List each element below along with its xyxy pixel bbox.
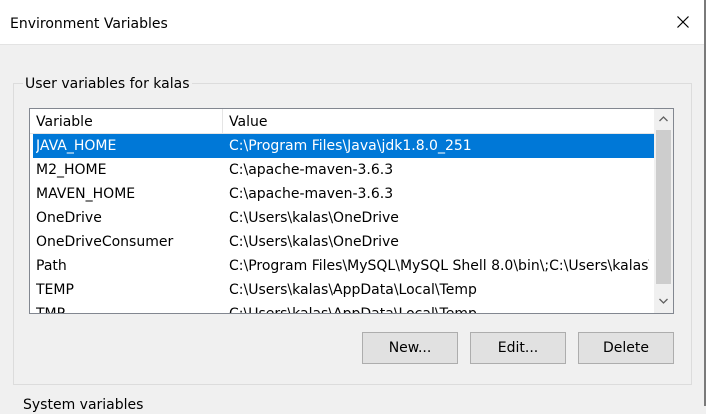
table-row[interactable]: JAVA_HOME C:\Program Files\Java\jdk1.8.0_… xyxy=(33,134,654,158)
variable-name-cell: TMP xyxy=(36,306,66,314)
user-variables-list[interactable]: Variable Value JAVA_HOME C:\Program Files… xyxy=(29,108,674,314)
table-row[interactable]: TMP C:\Users\kalas\AppData\Local\Temp xyxy=(33,302,654,314)
title-bar[interactable]: Environment Variables xyxy=(0,0,706,45)
variable-value-cell: C:\Users\kalas\OneDrive xyxy=(229,234,399,250)
variable-name-cell: JAVA_HOME xyxy=(36,138,117,154)
edit-button[interactable]: Edit... xyxy=(470,332,566,364)
table-row[interactable]: Path C:\Program Files\MySQL\MySQL Shell 8… xyxy=(33,254,654,278)
variable-value-cell: C:\apache-maven-3.6.3 xyxy=(229,186,394,202)
table-row[interactable]: OneDrive C:\Users\kalas\OneDrive xyxy=(33,206,654,230)
scrollbar-thumb[interactable] xyxy=(656,130,671,284)
variable-value-cell: C:\apache-maven-3.6.3 xyxy=(229,162,394,178)
column-header-value[interactable]: Value xyxy=(223,109,654,133)
variable-name-cell: MAVEN_HOME xyxy=(36,186,136,202)
variable-name-cell: M2_HOME xyxy=(36,162,107,178)
new-button[interactable]: New... xyxy=(362,332,458,364)
variable-value-cell: C:\Program Files\MySQL\MySQL Shell 8.0\b… xyxy=(229,258,649,274)
variable-name-cell: OneDrive xyxy=(36,210,102,226)
table-row[interactable]: OneDriveConsumer C:\Users\kalas\OneDrive xyxy=(33,230,654,254)
chevron-down-icon xyxy=(659,298,668,304)
variable-value-cell: C:\Users\kalas\AppData\Local\Temp xyxy=(229,282,477,298)
window-title: Environment Variables xyxy=(10,16,168,32)
variable-value-cell: C:\Users\kalas\AppData\Local\Temp xyxy=(229,306,477,314)
table-row[interactable]: TEMP C:\Users\kalas\AppData\Local\Temp xyxy=(33,278,654,302)
user-variables-label: User variables for kalas xyxy=(23,75,192,93)
variable-value-cell: C:\Program Files\Java\jdk1.8.0_251 xyxy=(229,138,472,154)
scroll-up-button[interactable] xyxy=(654,110,673,128)
column-header-variable[interactable]: Variable xyxy=(30,109,223,133)
variable-name-cell: TEMP xyxy=(36,282,74,298)
chevron-up-icon xyxy=(659,116,668,122)
list-header: Variable Value xyxy=(30,109,654,134)
table-row[interactable]: M2_HOME C:\apache-maven-3.6.3 xyxy=(33,158,654,182)
system-variables-label: System variables xyxy=(23,397,144,413)
scroll-down-button[interactable] xyxy=(654,292,673,310)
close-icon xyxy=(677,16,689,28)
close-button[interactable] xyxy=(660,0,706,44)
variable-name-cell: Path xyxy=(36,258,67,274)
variable-name-cell: OneDriveConsumer xyxy=(36,234,174,250)
delete-button[interactable]: Delete xyxy=(578,332,674,364)
vertical-scrollbar[interactable] xyxy=(654,109,673,313)
variable-value-cell: C:\Users\kalas\OneDrive xyxy=(229,210,399,226)
table-row[interactable]: MAVEN_HOME C:\apache-maven-3.6.3 xyxy=(33,182,654,206)
